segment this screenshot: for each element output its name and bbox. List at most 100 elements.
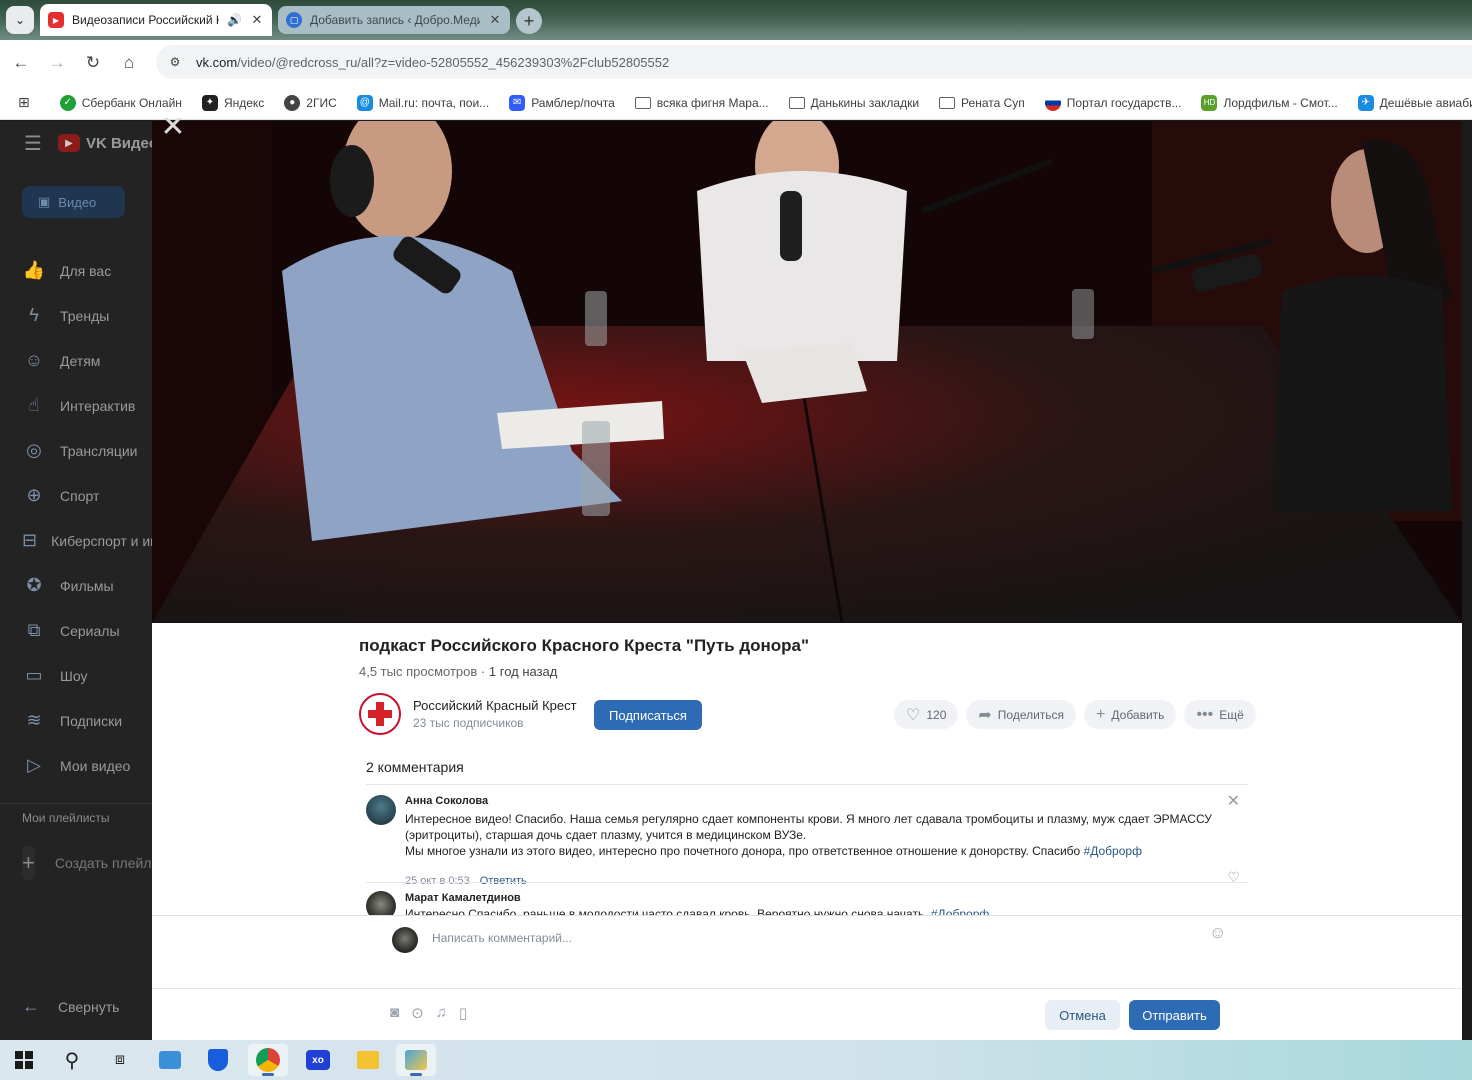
bookmark-2gis[interactable]: ● 2ГИС — [284, 94, 337, 111]
commenter-avatar[interactable] — [366, 795, 396, 825]
bookmark-mailru[interactable]: @ Mail.ru: почта, пои... — [356, 94, 489, 111]
tab-dobro-media[interactable]: ▢ Добавить запись ‹ Добро.Медиа ✕ — [278, 6, 510, 34]
comments-count: 2 комментария — [366, 759, 464, 775]
sidebar-item-films[interactable]: ✪ Фильмы — [22, 563, 152, 608]
comment-author[interactable]: Марат Камалетдинов — [405, 892, 521, 904]
bookmark-sberbank[interactable]: ✓ Сбербанк Онлайн — [59, 94, 182, 111]
sidebar-item-label: Трансляции — [60, 442, 138, 459]
bookmark-folder-misc[interactable]: всяка фигня Мара... — [634, 96, 769, 110]
speaker-icon[interactable]: 🔊 — [227, 13, 242, 27]
close-tab-icon[interactable]: ✕ — [250, 12, 264, 28]
bookmark-yandex[interactable]: ✦ Яндекс — [201, 94, 264, 111]
menu-icon[interactable]: ☰ — [24, 131, 42, 156]
tab-search-button[interactable]: ⌄ — [6, 6, 34, 34]
new-tab-button[interactable]: + — [516, 8, 542, 34]
video-player[interactable] — [152, 121, 1462, 623]
home-button[interactable]: ⌂ — [116, 50, 142, 76]
sidebar-item-trends[interactable]: ϟ Тренды — [22, 293, 152, 338]
heart-icon[interactable]: ♡ — [1227, 869, 1240, 886]
task-view-button[interactable]: ⧈ — [100, 1044, 140, 1076]
create-playlist-button[interactable]: + Создать плейлист — [22, 846, 152, 880]
camera-icon[interactable]: ◙ — [390, 1004, 399, 1022]
channel-avatar[interactable] — [359, 693, 401, 735]
mail-icon: ✉ — [509, 94, 526, 111]
bookmark-label: Рената Суп — [961, 95, 1025, 110]
collapse-sidebar-button[interactable]: ← Свернуть — [22, 996, 119, 1017]
bookmark-folder-danka[interactable]: Данькины закладки — [788, 96, 919, 110]
apps-grid-icon[interactable]: ⊞ — [18, 94, 30, 111]
start-button[interactable] — [4, 1044, 44, 1076]
send-button[interactable]: Отправить — [1129, 1000, 1220, 1030]
folder-icon — [939, 96, 956, 109]
bookmark-folder-renata[interactable]: Рената Суп — [939, 96, 1025, 110]
address-bar[interactable]: ⚙ vk.com/video/@redcross_ru/all?z=video-… — [156, 45, 1472, 79]
home-icon: ⌂ — [123, 53, 135, 72]
url-text[interactable]: vk.com/video/@redcross_ru/all?z=video-52… — [196, 55, 669, 70]
sidebar-item-shows[interactable]: ▭ Шоу — [22, 653, 152, 698]
more-button[interactable]: ••• Ещё — [1184, 700, 1256, 729]
sidebar-item-broadcasts[interactable]: ◎ Трансляции — [22, 428, 152, 473]
cancel-button[interactable]: Отмена — [1045, 1000, 1120, 1030]
comment-item: Марат Камалетдинов Интересно Спасибо, ра… — [366, 891, 1248, 915]
video-meta: 4,5 тыс просмотров · 1 год назад — [359, 664, 1259, 679]
composer-divider — [152, 988, 1462, 989]
commenter-avatar[interactable] — [366, 891, 396, 915]
document-icon[interactable]: ▯ — [459, 1004, 467, 1022]
reply-link[interactable]: Ответить — [480, 875, 527, 887]
tab-vk-video[interactable]: ▶ Видеозаписи Российский Красный Крест 🔊… — [40, 4, 272, 36]
taskbar-app-paint[interactable] — [396, 1044, 436, 1076]
sidebar-item-series[interactable]: ⧉ Сериалы — [22, 608, 152, 653]
taskbar-app-explorer[interactable] — [348, 1044, 388, 1076]
share-button[interactable]: ➦ Поделиться — [966, 700, 1077, 729]
close-tab-icon[interactable]: ✕ — [488, 12, 502, 28]
sidebar-item-label: Подписки — [60, 712, 123, 729]
music-note-icon[interactable]: ♫ — [436, 1004, 447, 1022]
taskbar-app-chrome[interactable] — [248, 1044, 288, 1076]
sidebar-item-sport[interactable]: ⊕ Спорт — [22, 473, 152, 518]
bookmark-rambler[interactable]: ✉ Рамблер/почта — [509, 94, 615, 111]
bookmark-gosuslugi[interactable]: Портал государств... — [1044, 94, 1181, 111]
close-modal-icon[interactable]: ✕ — [152, 118, 194, 136]
close-icon[interactable]: ✕ — [1227, 791, 1240, 811]
task-view-icon: ⧈ — [114, 1051, 126, 1068]
site-settings-icon[interactable]: ⚙ — [164, 51, 186, 73]
bookmark-lordfilm[interactable]: HD Лордфильм - Смот... — [1201, 94, 1338, 111]
sidebar-item-kids[interactable]: ☺ Детям — [22, 338, 152, 383]
sidebar-item-subscriptions[interactable]: ≋ Подписки — [22, 698, 152, 743]
sidebar-item-esports[interactable]: ⊟ Киберспорт и игры — [22, 518, 152, 563]
back-button[interactable]: ← — [8, 50, 34, 76]
film-reel-icon: ✪ — [26, 575, 42, 595]
sidebar-item-my-videos[interactable]: ▷ Мои видео — [22, 743, 152, 788]
bookmark-aviasales[interactable]: ✈ Дешёвые авиабиле... — [1357, 94, 1472, 111]
comment-input[interactable]: Написать комментарий... — [432, 931, 572, 945]
add-button[interactable]: + Добавить — [1084, 700, 1177, 729]
like-button[interactable]: ♡ 120 — [894, 700, 959, 729]
taskbar-app-bitwarden[interactable] — [198, 1044, 238, 1076]
taskbar-app-news[interactable] — [150, 1044, 190, 1076]
comment-date[interactable]: 25 окт в 0:53 — [405, 875, 470, 887]
hashtag-link[interactable]: #Доброрф — [931, 907, 989, 915]
reload-icon: ↻ — [85, 53, 101, 72]
forward-button[interactable]: → — [44, 50, 70, 76]
vk-video-logo[interactable]: ▶ VK Видео — [57, 134, 158, 152]
comments-divider — [366, 784, 1248, 785]
subscribe-button[interactable]: Подписаться — [594, 700, 702, 730]
hashtag-link[interactable]: #Доброрф — [1084, 844, 1142, 858]
search-icon: ⚲ — [64, 1049, 80, 1072]
emoji-icon[interactable]: ☺ — [1209, 923, 1226, 943]
ellipsis-icon: ••• — [1196, 705, 1214, 723]
folder-icon — [788, 96, 805, 109]
folder-icon — [357, 1051, 379, 1069]
channel-name[interactable]: Российский Красный Крест — [413, 698, 577, 713]
attachment-toolbar: ◙ ⊙ ♫ ▯ — [390, 1004, 467, 1022]
sidebar-item-interactive[interactable]: ☝ Интерактив — [22, 383, 152, 428]
search-button[interactable]: ⚲ — [52, 1044, 92, 1076]
comment-text-part: Мы многое узнали из этого видео, интерес… — [405, 844, 1084, 858]
sidebar-item-for-you[interactable]: 👍 Для вас — [22, 248, 152, 293]
comment-author[interactable]: Анна Соколова — [405, 795, 488, 807]
reload-button[interactable]: ↻ — [80, 50, 106, 76]
sidebar-item-label: Интерактив — [60, 397, 136, 414]
video-play-icon[interactable]: ⊙ — [411, 1004, 424, 1022]
video-section-button[interactable]: ▣ Видео — [22, 186, 125, 218]
taskbar-app-xo[interactable]: xo — [298, 1044, 338, 1076]
